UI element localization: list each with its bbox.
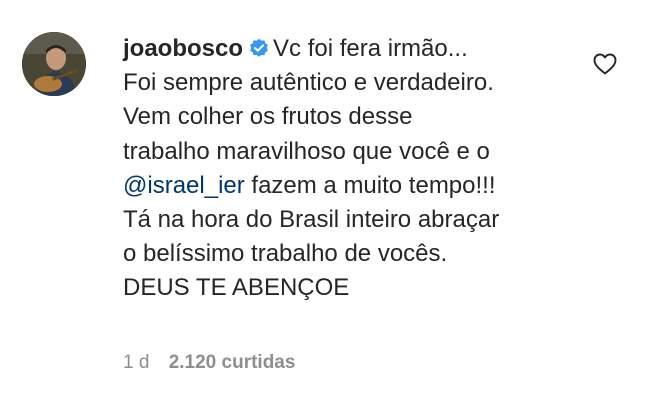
avatar[interactable] xyxy=(22,32,86,96)
comment-body: joaobosco Vc foi fera irmão... Foi sempr… xyxy=(123,32,593,306)
comment-text-line-7: o belíssimo trabalho de vocês. xyxy=(123,240,448,268)
profile-photo xyxy=(22,32,86,96)
comment-text-line-2: Foi sempre autêntico e verdadeiro. xyxy=(123,69,494,97)
verified-badge-icon xyxy=(249,34,269,57)
username-link[interactable]: joaobosco xyxy=(123,35,243,62)
comment-text-line-5: fazem a muito tempo!!! xyxy=(244,171,496,199)
heart-outline-icon[interactable] xyxy=(593,53,617,75)
mention-link[interactable]: @israel_ier xyxy=(123,172,245,199)
comment: joaobosco Vc foi fera irmão... Foi sempr… xyxy=(0,0,660,405)
comment-text-line-6: Tá na hora do Brasil inteiro abraçar xyxy=(123,206,500,234)
comment-line-1: joaobosco Vc foi fera irmão... xyxy=(123,32,593,66)
comment-text-line-8: DEUS TE ABENÇOE xyxy=(123,274,350,302)
comment-text-line-1: Vc foi fera irmão... xyxy=(273,35,468,62)
comment-timestamp: 1 d xyxy=(123,352,150,373)
comment-text-line-3: Vem colher os frutos desse xyxy=(123,103,413,131)
comment-line-5: @israel_ier fazem a muito tempo!!! xyxy=(123,169,593,203)
comment-meta: 1 d 2.120 curtidas xyxy=(123,352,295,374)
comment-text-line-4: trabalho maravilhoso que você e o xyxy=(123,137,490,165)
likes-count-button[interactable]: 2.120 curtidas xyxy=(169,352,296,373)
